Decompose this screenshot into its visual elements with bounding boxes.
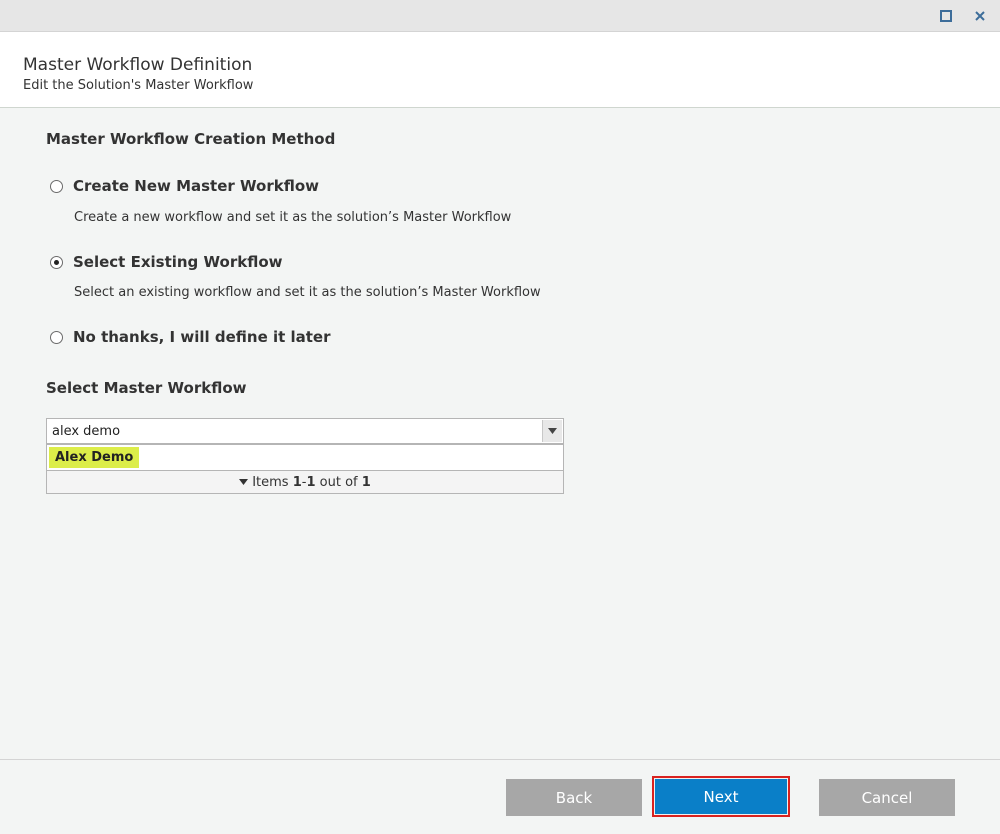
radio-label-create-new[interactable]: Create New Master Workflow — [73, 177, 319, 195]
pager-prefix: Items — [252, 474, 293, 490]
footer-divider — [0, 759, 1000, 760]
cancel-button[interactable]: Cancel — [819, 779, 955, 816]
maximize-icon — [940, 10, 952, 22]
workflow-combobox[interactable] — [46, 418, 564, 444]
radio-desc-select-existing: Select an existing workflow and set it a… — [74, 285, 541, 300]
creation-method-title: Master Workflow Creation Method — [46, 130, 336, 148]
radio-select-existing[interactable]: Select Existing Workflow — [50, 253, 283, 271]
pager-mid: out of — [315, 474, 362, 490]
radio-button-select-existing[interactable] — [50, 255, 63, 269]
radio-desc-create-new: Create a new workflow and set it as the … — [74, 210, 512, 225]
back-button[interactable]: Back — [506, 779, 642, 816]
radio-button-create-new[interactable] — [50, 179, 63, 193]
select-workflow-title: Select Master Workflow — [46, 379, 247, 397]
radio-create-new[interactable]: Create New Master Workflow — [50, 177, 319, 195]
pager-range-start: 1 — [292, 474, 302, 490]
caret-down-icon — [239, 479, 249, 485]
radio-label-select-existing[interactable]: Select Existing Workflow — [73, 253, 283, 271]
workflow-search-input[interactable] — [47, 419, 541, 443]
caret-down-icon — [548, 428, 557, 434]
radio-button-define-later[interactable] — [50, 330, 63, 344]
page-subtitle: Edit the Solution's Master Workflow — [23, 78, 254, 93]
workflow-dropdown-list: Alex Demo Items 1-1 out of 1 — [46, 444, 564, 494]
maximize-button[interactable] — [936, 6, 956, 26]
pager-total: 1 — [361, 474, 371, 490]
pager-range-end: 1 — [306, 474, 316, 490]
next-button[interactable]: Next — [652, 776, 790, 817]
title-bar — [0, 0, 1000, 32]
radio-label-define-later[interactable]: No thanks, I will define it later — [73, 328, 331, 346]
dialog-header: Master Workflow Definition Edit the Solu… — [0, 32, 1000, 108]
list-item[interactable]: Alex Demo — [49, 447, 140, 468]
radio-define-later[interactable]: No thanks, I will define it later — [50, 328, 331, 346]
dropdown-toggle-button[interactable] — [542, 420, 562, 442]
page-title: Master Workflow Definition — [23, 55, 253, 75]
close-button[interactable] — [970, 6, 990, 26]
close-icon — [975, 11, 985, 21]
dropdown-pager[interactable]: Items 1-1 out of 1 — [47, 470, 563, 493]
